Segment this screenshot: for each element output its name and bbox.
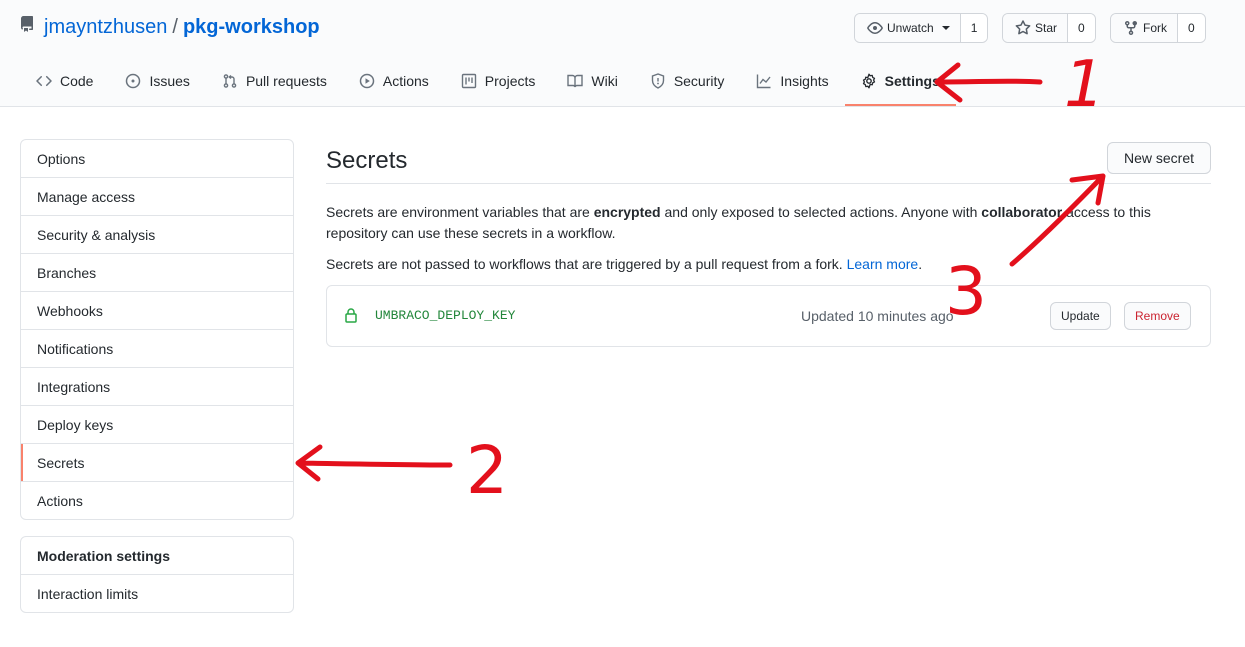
moderation-heading: Moderation settings — [21, 537, 293, 575]
star-label: Star — [1035, 21, 1058, 35]
play-icon — [359, 73, 375, 89]
sidebar-item-interaction-limits[interactable]: Interaction limits — [21, 575, 293, 612]
description-text: Secrets are not passed to workflows that… — [326, 256, 847, 272]
star-button[interactable]: Star — [1003, 14, 1069, 42]
caret-down-icon — [941, 26, 950, 30]
sidebar-item-branches[interactable]: Branches — [21, 254, 293, 292]
project-icon — [461, 73, 476, 89]
annotation-arrow-2 — [295, 444, 453, 482]
lock-icon — [345, 308, 357, 323]
tab-projects-label: Projects — [484, 73, 536, 89]
secrets-description: Secrets are environment variables that a… — [326, 202, 1211, 275]
secret-row: UMBRACO_DEPLOY_KEY Updated 10 minutes ag… — [326, 285, 1211, 347]
tab-code-label: Code — [60, 73, 94, 89]
sidebar-item-secrets[interactable]: Secrets — [21, 444, 293, 482]
description-text: and only exposed to selected actions. An… — [660, 204, 982, 220]
watchers-count[interactable]: 1 — [960, 14, 988, 42]
pull-request-icon — [223, 74, 237, 88]
unwatch-button[interactable]: Unwatch — [855, 14, 961, 42]
tab-projects[interactable]: Projects — [445, 57, 552, 105]
tab-security-label: Security — [673, 73, 725, 89]
secrets-main: Secrets New secret Secrets are environme… — [326, 139, 1211, 347]
stars-count[interactable]: 0 — [1068, 14, 1095, 42]
sidebar-item-deploy-keys[interactable]: Deploy keys — [21, 406, 293, 444]
tab-actions[interactable]: Actions — [343, 57, 445, 105]
remove-secret-button[interactable]: Remove — [1124, 302, 1191, 330]
sidebar-item-actions[interactable]: Actions — [21, 482, 293, 519]
tab-issues-label: Issues — [149, 73, 190, 89]
moderation-sidebar: Moderation settings Interaction limits — [20, 536, 294, 613]
secrets-subhead: Secrets New secret — [326, 139, 1211, 184]
new-secret-button[interactable]: New secret — [1106, 142, 1211, 174]
eye-icon — [867, 22, 883, 34]
tab-code[interactable]: Code — [20, 57, 109, 105]
tab-settings[interactable]: Settings — [844, 57, 957, 106]
sidebar-item-webhooks[interactable]: Webhooks — [21, 292, 293, 330]
repo-icon — [20, 16, 33, 32]
issue-icon — [126, 73, 141, 89]
update-secret-button[interactable]: Update — [1050, 302, 1111, 330]
graph-icon — [757, 74, 771, 89]
description-paragraph-1: Secrets are environment variables that a… — [326, 202, 1211, 244]
description-text: Secrets are environment variables that a… — [326, 204, 594, 220]
fork-button[interactable]: Fork — [1111, 14, 1178, 42]
star-button-group: Star 0 — [1002, 13, 1096, 43]
tab-insights-label: Insights — [780, 73, 829, 89]
description-bold-encrypted: encrypted — [593, 204, 661, 220]
sidebar-item-integrations[interactable]: Integrations — [21, 368, 293, 406]
unwatch-label: Unwatch — [887, 21, 934, 35]
forks-count[interactable]: 0 — [1178, 14, 1205, 42]
fork-button-group: Fork 0 — [1110, 13, 1206, 43]
sidebar-item-notifications[interactable]: Notifications — [21, 330, 293, 368]
repo-tabs: Code Issues Pull requests Actions Projec… — [20, 57, 957, 106]
tab-insights[interactable]: Insights — [740, 57, 844, 105]
sidebar-item-options[interactable]: Options — [21, 140, 293, 178]
book-icon — [567, 74, 584, 88]
annotation-number-2: 2 — [466, 432, 508, 509]
tab-security[interactable]: Security — [634, 57, 741, 105]
fork-icon — [1125, 21, 1137, 36]
repo-title: jmayntzhusen / pkg-workshop — [19, 14, 320, 40]
shield-icon — [651, 73, 665, 89]
tab-actions-label: Actions — [382, 73, 429, 89]
tab-pull-requests-label: Pull requests — [245, 73, 327, 89]
fork-label: Fork — [1143, 21, 1167, 35]
code-icon — [36, 75, 52, 87]
description-paragraph-2: Secrets are not passed to workflows that… — [326, 254, 1211, 275]
tab-issues[interactable]: Issues — [109, 57, 205, 105]
tab-wiki-label: Wiki — [591, 73, 618, 89]
description-bold-collaborator: collaborator — [981, 204, 1063, 220]
repo-name-link[interactable]: pkg-workshop — [183, 16, 320, 39]
secret-name: UMBRACO_DEPLOY_KEY — [375, 308, 516, 323]
gear-icon — [862, 73, 875, 89]
repo-separator: / — [172, 15, 178, 38]
secret-updated-time: Updated 10 minutes ago — [801, 308, 954, 324]
description-text: . — [918, 256, 923, 272]
settings-sidebar: Options Manage access Security & analysi… — [20, 139, 294, 520]
tab-pull-requests[interactable]: Pull requests — [206, 57, 343, 105]
watch-button-group: Unwatch 1 — [854, 13, 989, 43]
tab-settings-label: Settings — [884, 73, 940, 89]
repo-owner-link[interactable]: jmayntzhusen — [44, 16, 167, 39]
sidebar-item-security-analysis[interactable]: Security & analysis — [21, 216, 293, 254]
learn-more-link[interactable]: Learn more — [847, 256, 919, 272]
tab-wiki[interactable]: Wiki — [551, 57, 633, 105]
repo-header: jmayntzhusen / pkg-workshop Unwatch 1 St… — [0, 0, 1245, 107]
star-icon — [1015, 20, 1031, 35]
page-title: Secrets — [326, 147, 408, 174]
sidebar-item-manage-access[interactable]: Manage access — [21, 178, 293, 216]
